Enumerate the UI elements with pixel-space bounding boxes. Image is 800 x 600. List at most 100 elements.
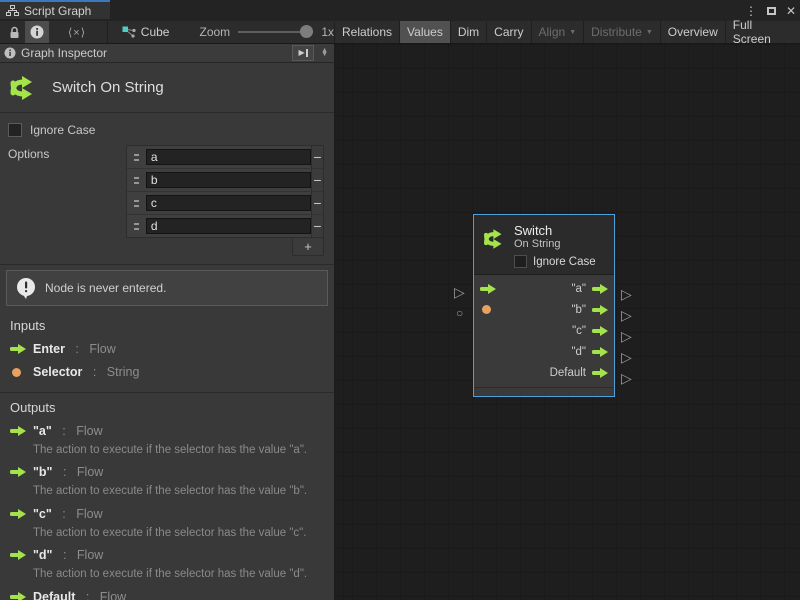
title-bar: Script Graph ⋮ ✕ — [0, 0, 800, 21]
node-port-row: "c" — [474, 320, 614, 341]
outer-flow-output-port-d[interactable]: ▷ — [621, 350, 632, 364]
option-row: − — [127, 215, 323, 237]
divider — [0, 264, 334, 265]
graph-canvas[interactable]: ▷ ○ ▷ ▷ ▷ ▷ ▷ Switch On String — [335, 44, 800, 600]
flow-arrow-icon — [10, 592, 26, 600]
zoom-value: 1x — [321, 25, 334, 39]
switch-on-string-node[interactable]: Switch On String Ignore Case "a" — [473, 214, 615, 397]
remove-option-button[interactable]: − — [311, 169, 323, 191]
warning-icon — [15, 277, 37, 299]
selector-string-port-icon[interactable] — [482, 305, 491, 314]
toolbar-button-values[interactable]: Values — [400, 21, 451, 43]
switch-unit-icon — [482, 226, 508, 252]
flow-arrow-icon[interactable] — [592, 305, 608, 315]
inspector-toggle-button[interactable] — [25, 21, 49, 43]
option-input[interactable] — [146, 195, 311, 211]
outer-flow-output-port-default[interactable]: ▷ — [621, 371, 632, 385]
outer-string-input-port[interactable]: ○ — [456, 307, 463, 319]
graph-inspector-header: Graph Inspector ▶ ▲ ▼ — [0, 44, 334, 63]
flow-arrow-icon[interactable] — [592, 347, 608, 357]
toolbar-button-distribute[interactable]: Distribute ▼ — [584, 21, 661, 43]
dock-panel-button[interactable]: ▶ — [292, 45, 314, 61]
add-option-button[interactable]: + — [292, 238, 324, 256]
node-port-row: Default — [474, 362, 614, 383]
close-icon[interactable]: ✕ — [786, 5, 796, 17]
code-view-button[interactable]: ⟨×⟩ — [63, 21, 91, 43]
output-row: "d" : Flow — [10, 548, 324, 562]
option-input[interactable] — [146, 149, 311, 165]
drag-handle-icon[interactable] — [134, 154, 139, 161]
drag-handle-icon[interactable] — [134, 223, 139, 230]
panel-spinner[interactable]: ▲ ▼ — [319, 49, 330, 57]
drag-handle-icon[interactable] — [134, 200, 139, 207]
port-type: Flow — [76, 424, 102, 438]
outer-flow-output-port-b[interactable]: ▷ — [621, 308, 632, 322]
flow-arrow-icon[interactable] — [592, 368, 608, 378]
string-port-icon — [12, 368, 21, 377]
option-row: − — [127, 169, 323, 192]
remove-option-button[interactable]: − — [311, 146, 323, 168]
warning-text: Node is never entered. — [45, 281, 166, 295]
port-label: "c" — [572, 325, 586, 337]
switch-unit-icon — [8, 72, 40, 104]
graph-node-icon — [122, 26, 136, 38]
lock-icon — [9, 26, 20, 39]
ignore-case-checkbox[interactable] — [8, 123, 22, 137]
port-name: "c" — [33, 507, 52, 521]
maximize-icon[interactable] — [767, 7, 776, 15]
port-label: "d" — [571, 346, 586, 358]
port-type: Flow — [89, 342, 115, 356]
outer-flow-input-port[interactable]: ▷ — [454, 285, 465, 299]
inputs-section: Inputs Enter : Flow Selector : String — [0, 311, 334, 392]
port-name: Selector — [33, 365, 82, 379]
toolbar-button-carry[interactable]: Carry — [487, 21, 531, 43]
outer-flow-output-port-c[interactable]: ▷ — [621, 329, 632, 343]
port-name: Enter — [33, 342, 65, 356]
node-header[interactable]: Switch On String Ignore Case — [474, 215, 614, 275]
flow-arrow-icon[interactable] — [592, 284, 608, 294]
info-circle-icon — [4, 47, 16, 59]
remove-option-button[interactable]: − — [311, 192, 323, 214]
remove-option-button[interactable]: − — [311, 215, 323, 237]
zoom-slider-handle[interactable] — [300, 25, 313, 38]
output-row: "a" : Flow — [10, 424, 324, 438]
warning-box: Node is never entered. — [6, 270, 328, 306]
port-name: "b" — [33, 465, 53, 479]
option-input[interactable] — [146, 172, 311, 188]
outputs-header: Outputs — [10, 400, 324, 415]
port-type: Flow — [100, 590, 126, 600]
outer-flow-output-port-a[interactable]: ▷ — [621, 287, 632, 301]
toolbar-divider — [107, 21, 108, 43]
port-label: Default — [550, 367, 586, 379]
toolbar-button-fullscreen[interactable]: Full Screen — [726, 21, 800, 43]
port-description: The action to execute if the selector ha… — [33, 484, 324, 498]
node-ignore-case-row: Ignore Case — [514, 255, 608, 268]
zoom-label: Zoom — [199, 25, 230, 39]
port-label: "a" — [571, 283, 586, 295]
flow-arrow-icon[interactable] — [592, 326, 608, 336]
port-type: Flow — [77, 465, 103, 479]
graph-breadcrumb[interactable]: Cube — [122, 25, 170, 39]
toolbar-button-relations[interactable]: Relations — [335, 21, 400, 43]
option-row: − — [127, 146, 323, 169]
button-label: Dim — [458, 25, 479, 39]
toolbar-button-overview[interactable]: Overview — [661, 21, 726, 43]
drag-handle-icon[interactable] — [134, 177, 139, 184]
toolbar: ⟨×⟩ Cube Zoom 1x — [0, 21, 800, 44]
options-list: − − − − — [126, 145, 324, 238]
ignore-case-checkbox[interactable] — [514, 255, 527, 268]
button-label: Distribute — [591, 25, 642, 39]
zoom-slider[interactable] — [238, 21, 313, 43]
ignore-case-label: Ignore Case — [533, 256, 596, 268]
flow-arrow-icon — [10, 550, 26, 560]
enter-flow-port-icon[interactable] — [480, 284, 500, 294]
node-footer — [474, 387, 614, 396]
option-input[interactable] — [146, 218, 311, 234]
toolbar-button-dim[interactable]: Dim — [451, 21, 487, 43]
button-label: Values — [407, 25, 443, 39]
port-name: "a" — [33, 424, 52, 438]
window-menu-icon[interactable]: ⋮ — [745, 5, 757, 17]
lock-button[interactable] — [4, 21, 25, 43]
tab-script-graph[interactable]: Script Graph — [0, 0, 110, 19]
toolbar-button-align[interactable]: Align ▼ — [532, 21, 585, 43]
